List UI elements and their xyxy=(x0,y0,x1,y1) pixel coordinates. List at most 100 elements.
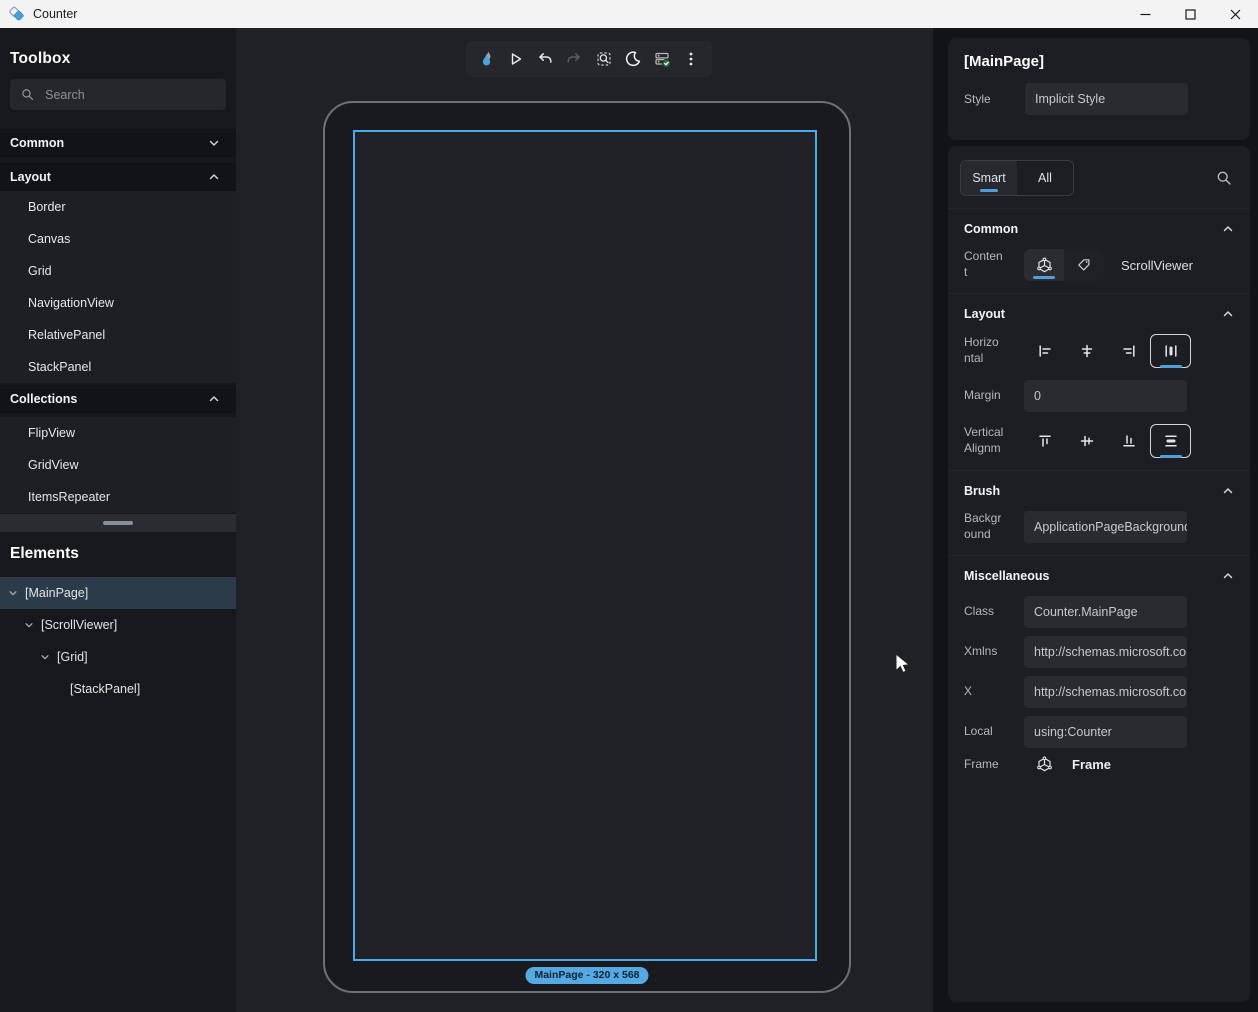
server-check-icon xyxy=(653,50,672,69)
class-field[interactable]: Counter.MainPage xyxy=(1024,596,1187,628)
toolbox-item-border[interactable]: Border xyxy=(0,191,236,223)
toolbox-title: Toolbox xyxy=(10,50,236,68)
toolbox-item-itemsrepeater[interactable]: ItemsRepeater xyxy=(0,481,236,513)
undo-button[interactable] xyxy=(532,46,558,72)
xmlns-field[interactable]: http://schemas.microsoft.com xyxy=(1024,636,1187,668)
properties-card: Smart All Common xyxy=(948,146,1250,1002)
horizontal-alignment-group xyxy=(1024,334,1191,368)
style-label: Style xyxy=(964,92,1025,106)
toolbox-item-gridview[interactable]: GridView xyxy=(0,449,236,481)
elements-title: Elements xyxy=(10,545,236,563)
v-align-top-button[interactable] xyxy=(1024,424,1065,458)
toolbox-section-collections[interactable]: Collections xyxy=(0,385,236,413)
moon-icon xyxy=(624,50,642,68)
toolbox-item-relativepanel[interactable]: RelativePanel xyxy=(0,319,236,351)
content-value[interactable]: ScrollViewer xyxy=(1121,258,1193,273)
section-miscellaneous: Miscellaneous Class Counter.MainPage Xml… xyxy=(948,555,1250,773)
vertical-alignment-group xyxy=(1024,424,1191,458)
toolbox-section-layout[interactable]: Layout xyxy=(0,163,236,191)
panel-splitter[interactable] xyxy=(0,514,236,532)
search-input[interactable] xyxy=(45,88,215,102)
h-align-left-button[interactable] xyxy=(1024,334,1065,368)
chevron-up-icon xyxy=(208,171,220,183)
flame-icon xyxy=(477,50,496,69)
tree-item-scrollviewer[interactable]: [ScrollViewer] xyxy=(0,609,236,641)
h-stretch-button[interactable] xyxy=(1150,334,1191,368)
toolbox-item-navigationview[interactable]: NavigationView xyxy=(0,287,236,319)
toggle-active-indicator xyxy=(1160,365,1182,368)
zoom-selection-button[interactable] xyxy=(591,46,617,72)
content-element-toggle-button[interactable] xyxy=(1024,249,1064,281)
h-align-center-button[interactable] xyxy=(1066,334,1107,368)
minimize-button[interactable] xyxy=(1123,0,1168,28)
hot-design-button[interactable] xyxy=(474,46,500,72)
toolbox-item-stackpanel[interactable]: StackPanel xyxy=(0,351,236,383)
style-field[interactable]: Implicit Style xyxy=(1025,83,1188,115)
search-icon xyxy=(21,87,34,102)
h-align-right-button[interactable] xyxy=(1108,334,1149,368)
toolbox-search[interactable] xyxy=(10,79,226,110)
tree-item-mainpage[interactable]: [MainPage] xyxy=(0,577,236,609)
property-tabs: Smart All xyxy=(960,160,1074,196)
chevron-up-icon xyxy=(208,393,220,405)
tab-smart[interactable]: Smart xyxy=(961,161,1017,195)
toggle-active-indicator xyxy=(1033,276,1055,279)
xmlns-label: Xmlns xyxy=(964,644,1016,660)
background-field[interactable]: ApplicationPageBackground xyxy=(1024,511,1187,543)
section-miscellaneous-header[interactable]: Miscellaneous xyxy=(948,556,1250,592)
page-size-badge: MainPage - 320 x 568 xyxy=(525,967,648,984)
play-icon xyxy=(507,50,525,68)
redo-button[interactable] xyxy=(561,46,587,72)
selected-element-title: [MainPage] xyxy=(964,53,1250,70)
window-title: Counter xyxy=(33,7,77,21)
window-titlebar: Counter xyxy=(0,0,1258,28)
theme-toggle-button[interactable] xyxy=(620,46,646,72)
mouse-cursor xyxy=(892,652,914,676)
toolbox-section-common[interactable]: Common xyxy=(0,129,236,157)
local-field[interactable]: using:Counter xyxy=(1024,716,1187,748)
toolbox-item-grid[interactable]: Grid xyxy=(0,255,236,287)
tag-icon xyxy=(1076,257,1092,273)
horizontal-alignment-label: Horizo ntal xyxy=(964,335,1016,366)
canvas-toolbar xyxy=(466,41,712,77)
x-label: X xyxy=(964,684,1016,700)
more-options-button[interactable] xyxy=(678,46,704,72)
v-align-center-button[interactable] xyxy=(1066,424,1107,458)
chevron-down-icon[interactable] xyxy=(24,620,34,630)
chevron-up-icon xyxy=(1222,223,1234,235)
section-layout-header[interactable]: Layout xyxy=(948,294,1250,330)
v-stretch-button[interactable] xyxy=(1150,424,1191,458)
tree-item-grid[interactable]: [Grid] xyxy=(0,641,236,673)
section-brush-header[interactable]: Brush xyxy=(948,471,1250,507)
design-canvas[interactable]: MainPage - 320 x 568 xyxy=(236,28,933,1012)
frame-value[interactable]: Frame xyxy=(1072,757,1111,772)
local-label: Local xyxy=(964,724,1016,740)
element-mesh-icon xyxy=(1036,756,1053,773)
chevron-down-icon[interactable] xyxy=(8,588,18,598)
undo-icon xyxy=(536,50,554,68)
chevron-down-icon xyxy=(208,137,220,149)
mainpage-design-surface[interactable] xyxy=(353,130,817,961)
tree-item-stackpanel[interactable]: [StackPanel] xyxy=(0,673,236,705)
maximize-button[interactable] xyxy=(1168,0,1213,28)
margin-field[interactable]: 0 xyxy=(1024,380,1187,412)
redo-icon xyxy=(565,50,583,68)
tab-all[interactable]: All xyxy=(1017,161,1073,195)
chevron-up-icon xyxy=(1222,570,1234,582)
x-field[interactable]: http://schemas.microsoft.com xyxy=(1024,676,1187,708)
kebab-menu-icon xyxy=(682,50,700,68)
toolbox-item-flipview[interactable]: FlipView xyxy=(0,417,236,449)
properties-search-icon[interactable] xyxy=(1216,170,1232,186)
selected-element-card: [MainPage] Style Implicit Style xyxy=(948,38,1250,140)
play-button[interactable] xyxy=(503,46,529,72)
toggle-active-indicator xyxy=(1160,455,1182,458)
toolbox-item-canvas[interactable]: Canvas xyxy=(0,223,236,255)
close-button[interactable] xyxy=(1213,0,1258,28)
chevron-down-icon[interactable] xyxy=(40,652,50,662)
server-status-button[interactable] xyxy=(649,46,675,72)
section-common-header[interactable]: Common xyxy=(948,209,1250,245)
content-tag-toggle-button[interactable] xyxy=(1064,249,1104,281)
v-align-bottom-button[interactable] xyxy=(1108,424,1149,458)
frame-label: Frame xyxy=(964,757,1016,773)
toolbox-panel: Toolbox Common Layout Border Canvas Grid xyxy=(0,28,236,1012)
